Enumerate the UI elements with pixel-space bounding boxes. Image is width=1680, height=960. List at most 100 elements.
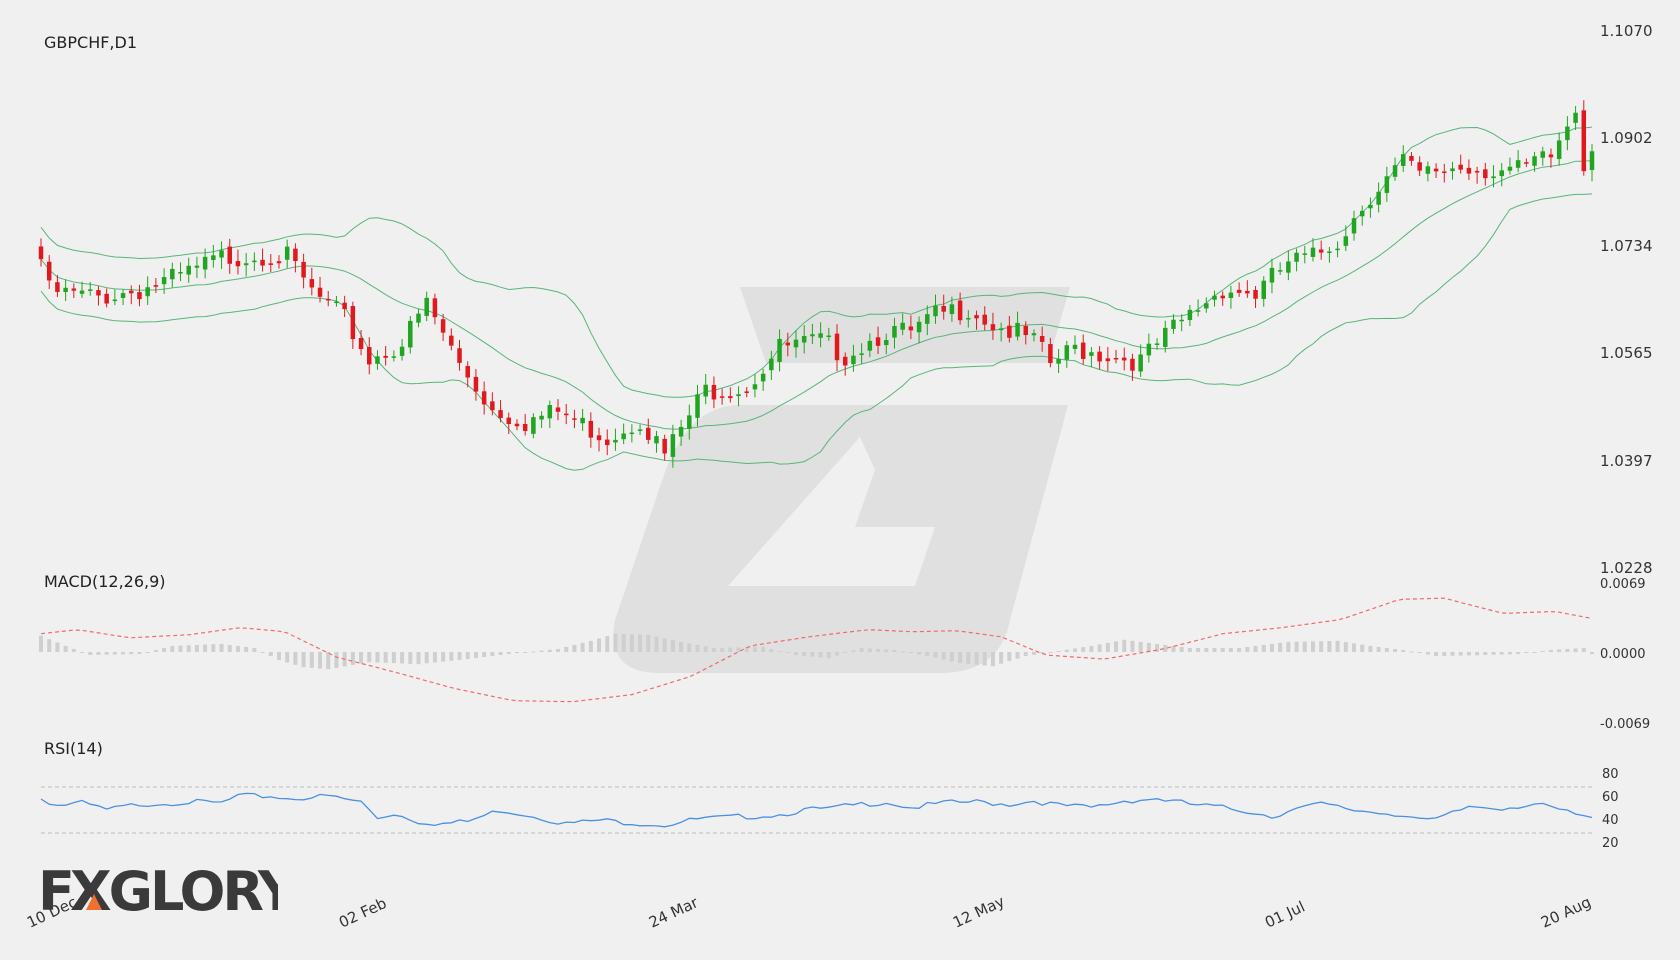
candle-body xyxy=(252,260,257,263)
macd-histogram-bar xyxy=(1278,642,1283,652)
macd-histogram-bar xyxy=(892,649,897,652)
candle-body xyxy=(375,356,380,364)
macd-histogram-bar xyxy=(47,639,52,652)
candle-body xyxy=(908,326,914,331)
candle-body xyxy=(1573,112,1578,123)
candle-body xyxy=(678,426,684,437)
macd-histogram-bar xyxy=(785,652,790,654)
candle-body xyxy=(572,418,577,420)
macd-histogram-bar xyxy=(1253,645,1258,652)
candle-body xyxy=(1277,270,1283,272)
macd-histogram-bar xyxy=(326,652,331,670)
candle-body xyxy=(1048,344,1053,363)
macd-histogram-bar xyxy=(1590,652,1594,655)
macd-histogram-bar xyxy=(1237,647,1242,652)
macd-histogram-bar xyxy=(818,652,823,658)
macd-histogram-bar xyxy=(88,652,93,656)
macd-histogram-bar xyxy=(1023,652,1028,657)
candle-body xyxy=(1007,325,1012,338)
candle-body xyxy=(71,288,77,291)
macd-histogram-bar xyxy=(1466,652,1471,656)
candle-body xyxy=(884,340,889,346)
macd-histogram-bar xyxy=(1286,641,1291,652)
macd-histogram-bar xyxy=(1245,646,1250,652)
candle-body xyxy=(687,415,692,429)
candle-body xyxy=(974,315,979,319)
macd-histogram-bar xyxy=(170,645,175,652)
macd-histogram-bar xyxy=(375,652,380,663)
candle-body xyxy=(457,348,462,363)
date-axis-tick: 24 Mar xyxy=(646,893,702,932)
candle-body xyxy=(449,335,454,346)
candle-body xyxy=(646,427,651,440)
macd-title: MACD(12,26,9) xyxy=(44,572,166,591)
date-axis-tick: 12 May xyxy=(950,892,1007,932)
macd-histogram-bar xyxy=(260,652,265,653)
candle-body xyxy=(1154,343,1160,345)
candle-body xyxy=(736,394,741,397)
candle-body xyxy=(63,287,68,293)
candle-body xyxy=(670,434,676,457)
macd-histogram-bar xyxy=(137,652,142,655)
date-axis-tick: 01 Jul xyxy=(1262,898,1308,932)
macd-histogram-bar xyxy=(1179,646,1184,652)
candle-body xyxy=(1294,252,1299,262)
candle-body xyxy=(391,356,397,358)
candle-body xyxy=(875,337,881,346)
macd-histogram-bar xyxy=(1343,642,1348,652)
macd-histogram-bar xyxy=(859,647,864,652)
candle-body xyxy=(104,293,109,304)
macd-histogram-bar xyxy=(638,634,643,652)
macd-histogram-bar xyxy=(851,650,856,652)
candle-body xyxy=(580,417,585,424)
macd-histogram-bar xyxy=(244,646,249,652)
macd-histogram-bar xyxy=(597,638,602,652)
candle-body xyxy=(752,384,758,390)
macd-histogram-bar xyxy=(416,652,421,665)
candle-body xyxy=(925,314,930,324)
candle-body xyxy=(769,358,774,371)
candle-body xyxy=(1253,289,1258,299)
candle-body xyxy=(596,435,602,441)
candle-body xyxy=(957,300,963,321)
candle-body xyxy=(1310,247,1316,257)
macd-histogram-bar xyxy=(1097,644,1102,652)
macd-histogram-bar xyxy=(900,651,905,653)
macd-histogram-bar xyxy=(112,652,117,655)
candle-body xyxy=(432,298,438,318)
macd-histogram-bar xyxy=(1089,645,1094,652)
candle-body xyxy=(949,304,955,314)
macd-histogram-bar xyxy=(1204,647,1209,652)
macd-histogram-bar xyxy=(588,640,593,652)
candle-body xyxy=(120,293,126,298)
macd-histogram-bar xyxy=(408,652,413,664)
macd-histogram-bar xyxy=(359,652,364,664)
candle-body xyxy=(293,248,298,262)
macd-histogram-bar xyxy=(1212,647,1217,652)
macd-histogram-bar xyxy=(966,652,971,664)
macd-histogram-bar xyxy=(531,651,536,653)
macd-histogram-bar xyxy=(1327,641,1332,652)
candle-body xyxy=(662,438,667,454)
macd-histogram-bar xyxy=(1368,645,1373,652)
macd-histogram-bar xyxy=(539,650,544,652)
candle-body xyxy=(129,290,134,294)
candle-body xyxy=(777,338,782,362)
candle-body xyxy=(1113,358,1119,360)
macd-histogram-bar xyxy=(1310,641,1315,652)
macd-histogram-bar xyxy=(301,652,306,668)
macd-histogram-bar xyxy=(1442,652,1447,656)
candle-body xyxy=(867,340,873,351)
candle-body xyxy=(1064,345,1070,360)
candle-body xyxy=(1080,342,1086,359)
candle-body xyxy=(1056,358,1061,364)
candle-body xyxy=(79,290,85,294)
candle-body xyxy=(1302,253,1308,255)
macd-histogram-bar xyxy=(728,647,733,652)
macd-histogram-bar xyxy=(711,647,716,652)
candle-body xyxy=(859,353,864,355)
candle-body xyxy=(851,355,856,365)
macd-histogram-bar xyxy=(523,652,528,653)
candle-body xyxy=(268,263,274,265)
candle-body xyxy=(481,391,487,405)
